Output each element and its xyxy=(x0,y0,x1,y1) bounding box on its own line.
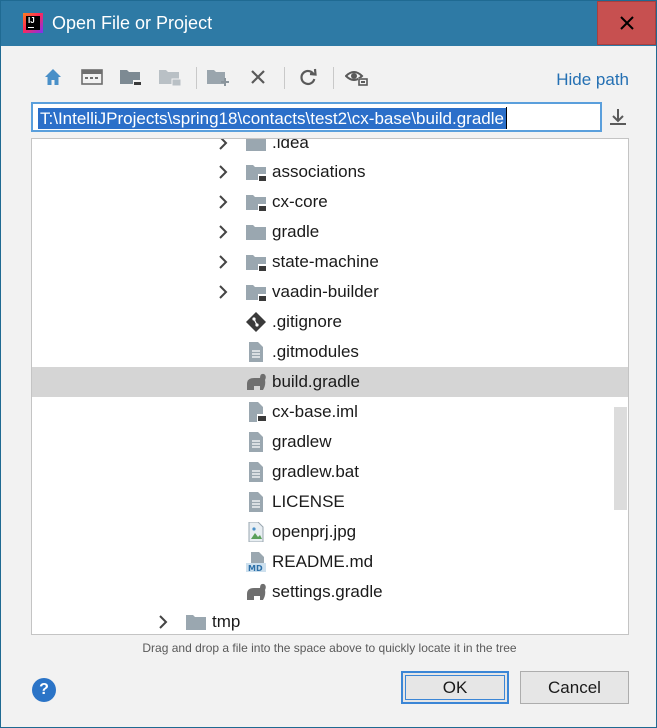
module-folder-icon xyxy=(246,195,267,212)
drag-drop-hint: Drag and drop a file into the space abov… xyxy=(142,641,517,655)
window-title: Open File or Project xyxy=(52,13,213,33)
module-directory-button[interactable] xyxy=(158,65,182,89)
tree-item-vaadin-builder[interactable]: vaadin-builder xyxy=(32,277,628,307)
chevron-right-icon[interactable] xyxy=(216,165,230,179)
text-file-icon xyxy=(249,462,263,482)
intellij-logo-icon: IJ xyxy=(23,13,43,33)
show-hidden-button[interactable] xyxy=(345,65,369,89)
tree-scrollbar-thumb[interactable] xyxy=(614,407,627,510)
cancel-button[interactable]: Cancel xyxy=(520,671,629,704)
file-tree[interactable]: .idea associations cx-core gradle state-… xyxy=(31,138,629,635)
module-folder-icon xyxy=(246,165,267,182)
text-file-icon xyxy=(249,432,263,452)
tree-item-tmp[interactable]: tmp xyxy=(32,607,628,634)
text-file-icon xyxy=(249,342,263,362)
title-bar: IJ Open File or Project xyxy=(1,1,656,46)
svg-text:MD: MD xyxy=(248,564,263,572)
git-icon xyxy=(246,312,266,332)
tree-item-cx-core[interactable]: cx-core xyxy=(32,187,628,217)
home-icon xyxy=(45,69,61,85)
delete-icon xyxy=(251,70,265,84)
toolbar-separator xyxy=(333,67,334,89)
refresh-button[interactable] xyxy=(296,65,320,89)
module-folder-icon xyxy=(159,70,182,87)
iml-file-icon xyxy=(249,402,267,422)
markdown-file-icon: MD xyxy=(246,552,266,572)
path-input[interactable]: T:\IntelliJProjects\spring18\contacts\te… xyxy=(31,102,602,132)
text-file-icon xyxy=(249,492,263,512)
module-folder-icon xyxy=(246,255,267,272)
toolbar-separator xyxy=(284,67,285,89)
gradle-icon xyxy=(247,373,266,390)
download-button[interactable] xyxy=(607,107,629,129)
chevron-right-icon[interactable] xyxy=(156,615,170,629)
new-folder-button[interactable] xyxy=(206,65,230,89)
chevron-right-icon[interactable] xyxy=(216,285,230,299)
chevron-right-icon[interactable] xyxy=(216,225,230,239)
toolbar: Hide path xyxy=(1,59,656,99)
tree-item-associations[interactable]: associations xyxy=(32,157,628,187)
folder-icon xyxy=(186,615,206,630)
download-icon xyxy=(610,109,626,125)
focus-ring xyxy=(405,675,505,700)
chevron-right-icon[interactable] xyxy=(216,255,230,269)
close-button[interactable] xyxy=(597,1,656,45)
image-file-icon xyxy=(248,522,264,542)
tree-item-cx-base-iml[interactable]: cx-base.iml xyxy=(32,397,628,427)
home-button[interactable] xyxy=(41,65,65,89)
desktop-button[interactable] xyxy=(80,65,104,89)
tree-item-license[interactable]: LICENSE xyxy=(32,487,628,517)
close-icon xyxy=(619,16,634,30)
refresh-icon xyxy=(300,68,317,86)
tree-item-gradlew[interactable]: gradlew xyxy=(32,427,628,457)
gradle-icon xyxy=(247,583,266,600)
delete-button[interactable] xyxy=(246,65,270,89)
module-folder-icon xyxy=(246,285,267,302)
hide-path-link[interactable]: Hide path xyxy=(556,70,629,90)
tree-item-state-machine[interactable]: state-machine xyxy=(32,247,628,277)
tree-item-openprj-jpg[interactable]: openprj.jpg xyxy=(32,517,628,547)
tree-item-settings-gradle[interactable]: settings.gradle xyxy=(32,577,628,607)
ok-button[interactable]: OK xyxy=(401,671,509,704)
tree-item-readme-md[interactable]: MD README.md xyxy=(32,547,628,577)
tree-item-gitignore[interactable]: .gitignore xyxy=(32,307,628,337)
toolbar-separator xyxy=(196,67,197,89)
tree-item-gradlew-bat[interactable]: gradlew.bat xyxy=(32,457,628,487)
cancel-button-label: Cancel xyxy=(548,677,601,697)
help-button[interactable]: ? xyxy=(32,678,56,702)
tree-item-build-gradle[interactable]: build.gradle xyxy=(32,367,628,397)
tree-item-idea[interactable]: .idea xyxy=(32,138,628,158)
show-hidden-icon xyxy=(345,71,368,86)
desktop-icon xyxy=(81,69,103,85)
new-folder-icon xyxy=(207,70,229,86)
chevron-right-icon[interactable] xyxy=(216,138,230,150)
folder-icon xyxy=(246,139,266,151)
chevron-right-icon[interactable] xyxy=(216,195,230,209)
tree-item-gradle[interactable]: gradle xyxy=(32,217,628,247)
open-file-dialog: IJ Open File or Project Hide path T:\Int… xyxy=(0,0,657,728)
text-caret xyxy=(506,107,507,129)
tree-item-gitmodules[interactable]: .gitmodules xyxy=(32,337,628,367)
project-directory-button[interactable] xyxy=(119,65,143,89)
path-input-value: T:\IntelliJProjects\spring18\contacts\te… xyxy=(38,108,506,129)
folder-icon xyxy=(246,225,266,240)
project-folder-icon xyxy=(120,70,142,86)
